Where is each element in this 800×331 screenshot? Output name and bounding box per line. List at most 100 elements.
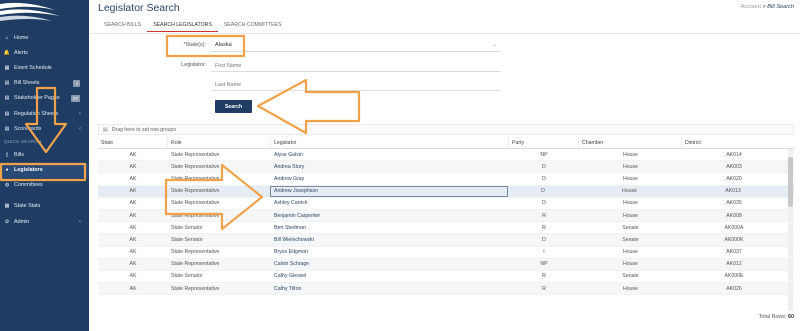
column-header-state[interactable]: State bbox=[98, 137, 168, 148]
table-row[interactable]: AK State Representative Benjamin Carpenter… bbox=[98, 209, 794, 223]
sidebar-item-bill-sheets[interactable]: ▤ Bill Sheets 4 bbox=[0, 76, 89, 91]
table-row[interactable]: AK State Senator Bill Wielechowski D Senate A… bbox=[98, 234, 794, 247]
cell-legislator[interactable]: Bill Wielechowski bbox=[271, 234, 509, 245]
sidebar-item-legislators[interactable]: ● Legislators bbox=[0, 162, 89, 178]
scrollbar-thumb[interactable] bbox=[788, 157, 793, 207]
sheet-icon: ▤ bbox=[4, 80, 10, 87]
cell-party: D bbox=[542, 163, 546, 170]
table-row[interactable]: AK State Representative Andrea Story D House… bbox=[98, 161, 794, 174]
table-row[interactable]: AK State Senator Bert Stedman R Senate AK000A bbox=[98, 222, 794, 235]
search-button[interactable]: Search bbox=[215, 100, 252, 113]
cell-chamber: House bbox=[623, 249, 638, 256]
cell-legislator[interactable]: Ashley Carrick bbox=[271, 198, 509, 209]
table-row[interactable]: AK State Senator Cathy Giessel R Senate AK000… bbox=[98, 271, 794, 284]
sidebar: ⌂ Home 🔔 Alerts ▦ Event Schedule ▤ Bill Sheets 4… bbox=[0, 0, 89, 331]
cell-role: State Representative bbox=[171, 188, 220, 195]
breadcrumb-current: Bill Search bbox=[767, 4, 794, 10]
column-header-legislator[interactable]: Legislator bbox=[271, 137, 509, 148]
table-row[interactable]: AK State Representative Cathy Tilton R House… bbox=[98, 283, 794, 296]
quick-search-label: QUICK SEARCH bbox=[4, 139, 42, 145]
sidebar-item-scorecards[interactable]: ▤ Scorecards ‹ bbox=[0, 121, 89, 136]
table-scrollbar[interactable] bbox=[788, 149, 793, 311]
cell-legislator[interactable]: Andrea Story bbox=[271, 161, 509, 172]
cell-chamber: House bbox=[623, 285, 638, 292]
last-name-input[interactable] bbox=[215, 81, 501, 88]
cell-legislator[interactable]: Alyse Galvin bbox=[271, 149, 509, 160]
table-row[interactable]: AK State Representative Bryce Edgmon I House… bbox=[98, 247, 794, 259]
breadcrumb-account[interactable]: Account bbox=[741, 4, 761, 10]
table-row[interactable]: AK State Representative Alyse Galvin NP Hous… bbox=[98, 149, 794, 162]
sidebar-item-alerts[interactable]: 🔔 Alerts bbox=[0, 45, 89, 60]
cell-district: AK008 bbox=[726, 212, 742, 219]
sidebar-item-event-schedule[interactable]: ▦ Event Schedule bbox=[0, 60, 89, 75]
chevron-left-icon: ‹ bbox=[79, 218, 81, 225]
scorecard-icon: ▤ bbox=[4, 125, 10, 132]
table-row[interactable]: AK State Representative Andrew Gray D House A… bbox=[98, 173, 794, 186]
cell-legislator[interactable]: Bryce Edgmon bbox=[271, 247, 509, 258]
cell-role: State Representative bbox=[171, 285, 220, 292]
cell-legislator[interactable]: Benjamin Carpenter bbox=[271, 210, 509, 221]
cell-district: AK000E bbox=[724, 273, 744, 280]
cell-legislator[interactable]: Calvin Schrage bbox=[271, 259, 509, 270]
last-name-field[interactable] bbox=[211, 79, 501, 91]
sidebar-item-label: Event Schedule bbox=[14, 64, 52, 71]
total-rows: Total Rows: 60 bbox=[759, 314, 794, 320]
first-name-field[interactable] bbox=[211, 60, 501, 72]
tab-search-bills[interactable]: SEARCH BILLS bbox=[98, 18, 147, 32]
cell-party: I bbox=[543, 249, 545, 256]
sidebar-item-regulation-sheets[interactable]: ▤ Regulation Sheets ‹ bbox=[0, 106, 89, 121]
tab-search-legislators[interactable]: SEARCH LEGISLATORS bbox=[147, 18, 218, 32]
state-select[interactable]: Alaska ⌄ bbox=[211, 39, 501, 52]
sidebar-item-label: Bill Sheets bbox=[14, 80, 40, 87]
cell-chamber: House bbox=[622, 188, 637, 195]
cell-role: State Senator bbox=[171, 236, 203, 243]
sidebar-item-state-stats[interactable]: ▦ State Stats bbox=[0, 199, 89, 214]
sidebar-item-home[interactable]: ⌂ Home bbox=[0, 30, 89, 45]
sidebar-item-bills[interactable]: ▯ Bills bbox=[0, 147, 89, 162]
column-header-chamber[interactable]: Chamber bbox=[579, 137, 682, 148]
table-row[interactable]: AK State Representative Andrew Josephson D H… bbox=[98, 185, 794, 198]
first-name-input[interactable] bbox=[215, 62, 501, 69]
sidebar-item-committees[interactable]: ◍ Committees bbox=[0, 178, 89, 193]
table-row[interactable]: AK State Representative Calvin Schrage NP Ho… bbox=[98, 258, 794, 271]
cell-district: AK012 bbox=[726, 261, 742, 268]
sidebar-nav: ⌂ Home 🔔 Alerts ▦ Event Schedule ▤ Bill Sheets 4… bbox=[0, 30, 89, 229]
cell-district: AK020 bbox=[726, 175, 742, 182]
cell-chamber: House bbox=[623, 163, 638, 170]
table-row[interactable]: AK State Representative Ashley Carrick D Hou… bbox=[98, 198, 794, 210]
total-rows-value: 60 bbox=[788, 314, 794, 320]
calendar-icon: ▦ bbox=[4, 64, 10, 71]
cell-state: AK bbox=[129, 200, 137, 207]
gear-icon: ⚙ bbox=[4, 218, 10, 225]
chevron-left-icon: ‹ bbox=[79, 125, 81, 132]
cell-role: State Representative bbox=[171, 249, 220, 256]
cell-district: AK003 bbox=[726, 163, 742, 170]
cell-state: AK bbox=[129, 212, 137, 219]
tab-search-committees[interactable]: SEARCH COMMITTEES bbox=[218, 18, 288, 32]
cell-legislator[interactable]: Cathy Giessel bbox=[271, 271, 509, 282]
cell-chamber: House bbox=[623, 175, 638, 182]
cell-legislator[interactable]: Andrew Gray bbox=[271, 173, 509, 184]
person-icon: ● bbox=[5, 167, 9, 174]
count-badge: 4 bbox=[73, 79, 80, 87]
cell-legislator[interactable]: Bert Stedman bbox=[271, 222, 509, 233]
cell-role: State Representative bbox=[171, 261, 220, 268]
cell-party: R bbox=[542, 212, 546, 219]
table-body: AK State Representative Alyse Galvin NP Hous… bbox=[98, 149, 794, 296]
cell-district: AK037 bbox=[726, 249, 742, 256]
sidebar-item-stakeholder-pages[interactable]: ▤ Stakeholder Pages 27 bbox=[0, 91, 89, 106]
row-group-drop-zone[interactable]: ▤ Drag here to set row groups bbox=[98, 124, 794, 135]
column-header-role[interactable]: Role bbox=[168, 137, 271, 148]
sidebar-item-admin[interactable]: ⚙ Admin ‹ bbox=[0, 214, 89, 229]
column-header-party[interactable]: Party bbox=[509, 137, 579, 148]
sheet-icon: ▤ bbox=[4, 95, 10, 102]
cell-party: D bbox=[542, 200, 546, 207]
cell-state: AK bbox=[129, 261, 137, 268]
cell-legislator[interactable]: Andrew Josephson bbox=[270, 185, 508, 197]
column-header-district[interactable]: District bbox=[682, 137, 794, 148]
cell-party: R bbox=[542, 273, 546, 280]
breadcrumb: Account > Bill Search bbox=[741, 4, 794, 10]
cell-state: AK bbox=[129, 285, 137, 292]
logo bbox=[0, 2, 60, 21]
cell-legislator[interactable]: Cathy Tilton bbox=[271, 283, 509, 294]
